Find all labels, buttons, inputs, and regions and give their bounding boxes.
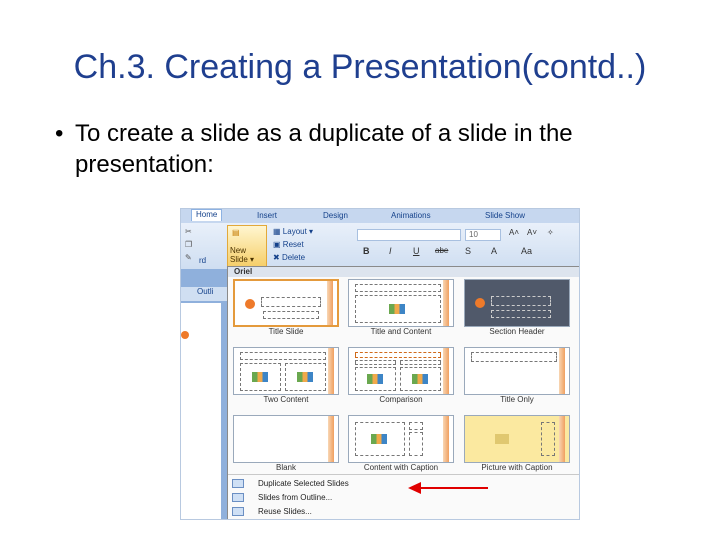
delete-button[interactable]: ✖ Delete — [273, 253, 305, 262]
cut-icon[interactable]: ✂ — [185, 227, 192, 236]
slide-thumbnail-area[interactable] — [181, 303, 221, 519]
menu-divider — [228, 474, 579, 475]
layout-label: Comparison — [379, 395, 423, 404]
format-painter-icon[interactable]: ✎ — [185, 253, 192, 262]
command-label: Slides from Outline... — [258, 493, 333, 502]
shadow-button[interactable]: S — [465, 246, 471, 256]
layout-title-and-content[interactable]: Title and Content — [348, 279, 456, 339]
new-slide-dropdown: Oriel Title Slide Title and Content Sect… — [227, 266, 579, 519]
layout-content-with-caption[interactable]: Content with Caption — [348, 415, 456, 475]
new-slide-label: New — [230, 246, 247, 255]
layout-thumbnail — [233, 347, 339, 395]
slide-thumbnail-orb — [181, 331, 189, 339]
tab-design[interactable]: Design — [323, 211, 348, 223]
duplicate-slides-icon — [232, 479, 244, 488]
layout-section-header[interactable]: Section Header — [464, 279, 572, 339]
change-case-button[interactable]: Aa — [521, 246, 532, 256]
layout-label: Title Slide — [268, 327, 304, 336]
underline-button[interactable]: U — [413, 246, 420, 256]
tab-animations[interactable]: Animations — [391, 211, 431, 223]
slide-title: Ch.3. Creating a Presentation(contd..) — [73, 48, 647, 86]
ribbon: ✂ ❐ ✎ rd ▤ New Slide ▾ ▦ Layout ▾ ▣ Rese… — [181, 223, 579, 270]
layout-label: Section Header — [489, 327, 545, 336]
command-label: Duplicate Selected Slides — [258, 479, 349, 488]
bold-button[interactable]: B — [363, 246, 370, 256]
chevron-down-icon: ▾ — [250, 255, 255, 264]
reset-icon: ▣ — [273, 240, 281, 249]
layout-thumbnail — [464, 415, 570, 463]
layout-label: Title Only — [500, 395, 534, 404]
layout-title-only[interactable]: Title Only — [464, 347, 572, 407]
reuse-slides-icon — [232, 507, 244, 516]
slides-pane: Outli — [181, 269, 227, 519]
layout-button[interactable]: ▦ Layout ▾ — [273, 227, 313, 236]
reset-label: Reset — [282, 240, 304, 249]
copy-icon[interactable]: ❐ — [185, 240, 192, 249]
layout-icon: ▦ — [273, 227, 281, 236]
new-slide-icon: ▤ — [232, 228, 240, 237]
layout-thumbnail — [348, 415, 454, 463]
new-slide-label-2: Slide — [230, 255, 248, 264]
slides-from-outline-icon — [232, 493, 244, 502]
layout-thumbnail — [233, 279, 339, 327]
layout-thumbnail — [464, 347, 570, 395]
tab-home[interactable]: Home — [191, 209, 223, 221]
reuse-slides-command[interactable]: Reuse Slides... — [228, 506, 579, 518]
italic-button[interactable]: I — [389, 246, 392, 256]
layout-thumbnail — [233, 415, 339, 463]
font-name-box[interactable] — [357, 229, 461, 241]
grow-font-icon[interactable]: A˄ — [509, 228, 519, 237]
tab-insert[interactable]: Insert — [257, 211, 277, 223]
layout-title-slide[interactable]: Title Slide — [233, 279, 341, 339]
layout-two-content[interactable]: Two Content — [233, 347, 341, 407]
layout-label: Two Content — [263, 395, 309, 404]
font-size-box[interactable]: 10 — [465, 229, 501, 241]
clear-format-icon[interactable]: ✧ — [547, 228, 554, 237]
outline-tab[interactable]: Outli — [181, 287, 227, 301]
delete-icon: ✖ — [273, 253, 280, 262]
layout-blank[interactable]: Blank — [233, 415, 341, 475]
reset-button[interactable]: ▣ Reset — [273, 240, 304, 249]
character-spacing-button[interactable]: A — [491, 246, 497, 256]
callout-arrow-icon — [408, 482, 421, 494]
tab-slide-show[interactable]: Slide Show — [485, 211, 525, 223]
command-label: Reuse Slides... — [258, 507, 312, 516]
shrink-font-icon[interactable]: A˅ — [527, 228, 537, 237]
layout-label: Title and Content — [370, 327, 432, 336]
layout-thumbnail — [464, 279, 570, 327]
strikethrough-button[interactable]: abe — [435, 246, 448, 255]
delete-label: Delete — [281, 253, 306, 262]
ribbon-tab-bar: Home Insert Design Animations Slide Show — [181, 209, 579, 223]
clipboard-group-label: rd — [199, 256, 207, 265]
layout-comparison[interactable]: Comparison — [348, 347, 456, 407]
slides-from-outline-command[interactable]: Slides from Outline... — [228, 492, 579, 504]
duplicate-selected-slides-command[interactable]: Duplicate Selected Slides — [228, 478, 579, 490]
layout-label: Content with Caption — [363, 463, 439, 472]
layout-label: Layout — [282, 227, 307, 236]
layout-thumbnail — [348, 279, 454, 327]
layout-picture-with-caption[interactable]: Picture with Caption — [464, 415, 572, 475]
bullet-text: To create a slide as a duplicate of a sl… — [75, 120, 573, 178]
powerpoint-screenshot: Home Insert Design Animations Slide Show… — [180, 208, 580, 520]
picture-placeholder-icon — [495, 434, 509, 444]
new-slide-button[interactable]: ▤ New Slide ▾ — [227, 225, 267, 267]
bullet-symbol: • — [55, 120, 64, 147]
layout-label: Blank — [275, 463, 296, 472]
layout-label: Picture with Caption — [481, 463, 553, 472]
callout-arrow-shaft — [420, 487, 488, 489]
layout-thumbnail — [348, 347, 454, 395]
theme-header: Oriel — [228, 267, 579, 277]
